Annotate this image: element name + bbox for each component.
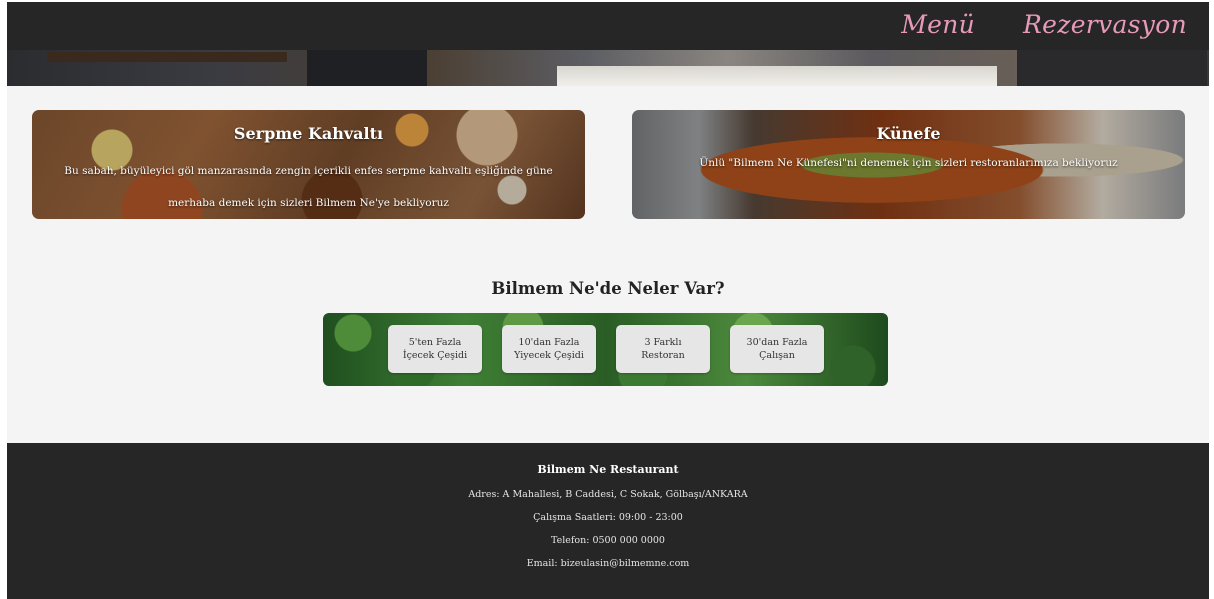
stat-restaurants-line2: Restoran bbox=[641, 350, 685, 361]
stat-employees: 30'dan Fazla Çalışan bbox=[730, 325, 824, 373]
stat-foods: 10'dan Fazla Yiyecek Çeşidi bbox=[502, 325, 596, 373]
page: Menü Rezervasyon Serpme Kahvaltı Bu saba… bbox=[7, 2, 1209, 599]
footer-email[interactable]: Email: bizeulasin@bilmemne.com bbox=[7, 558, 1209, 569]
footer: Bilmem Ne Restaurant Adres: A Mahallesi,… bbox=[7, 443, 1209, 599]
stat-employees-line2: Çalışan bbox=[759, 350, 795, 361]
kunefe-card-title: Künefe bbox=[876, 124, 941, 143]
stat-employees-line1: 30'dan Fazla bbox=[746, 337, 808, 348]
footer-restaurant-name: Bilmem Ne Restaurant bbox=[537, 463, 679, 476]
main-nav: Menü Rezervasyon bbox=[901, 10, 1187, 39]
section-title: Bilmem Ne'de Neler Var? bbox=[491, 279, 725, 298]
stat-foods-line2: Yiyecek Çeşidi bbox=[514, 350, 584, 361]
stat-foods-line1: 10'dan Fazla bbox=[518, 337, 580, 348]
stat-drinks: 5'ten Fazla İçecek Çeşidi bbox=[388, 325, 482, 373]
footer-phone: Telefon: 0500 000 0000 bbox=[551, 535, 665, 546]
breakfast-card-text: Bu sabah, büyüleyici göl manzarasında ze… bbox=[64, 165, 553, 209]
stats-panel: 5'ten Fazla İçecek Çeşidi 10'dan Fazla Yiy… bbox=[323, 313, 888, 386]
kunefe-card-text: Ünlü "Bilmem Ne Künefesi"ni denemek için… bbox=[699, 157, 1118, 169]
footer-address: Adres: A Mahallesi, B Caddesi, C Sokak, … bbox=[468, 489, 748, 500]
stat-drinks-line1: 5'ten Fazla bbox=[408, 337, 462, 348]
stat-restaurants-line1: 3 Farklı bbox=[644, 337, 682, 348]
stat-drinks-line2: İçecek Çeşidi bbox=[402, 350, 468, 361]
footer-hours: Çalışma Saatleri: 09:00 - 23:00 bbox=[533, 512, 683, 523]
breakfast-card-title: Serpme Kahvaltı bbox=[233, 124, 384, 143]
breakfast-card[interactable]: Serpme Kahvaltı Bu sabah, büyüleyici göl… bbox=[32, 110, 585, 219]
kunefe-card[interactable]: Künefe Ünlü "Bilmem Ne Künefesi"ni denem… bbox=[632, 110, 1185, 219]
stat-restaurants: 3 Farklı Restoran bbox=[616, 325, 710, 373]
header-bar: Menü Rezervasyon bbox=[7, 2, 1209, 50]
hero-banner-image bbox=[7, 50, 1209, 86]
nav-link-menu[interactable]: Menü bbox=[901, 10, 975, 39]
nav-link-reservation[interactable]: Rezervasyon bbox=[1023, 10, 1187, 39]
